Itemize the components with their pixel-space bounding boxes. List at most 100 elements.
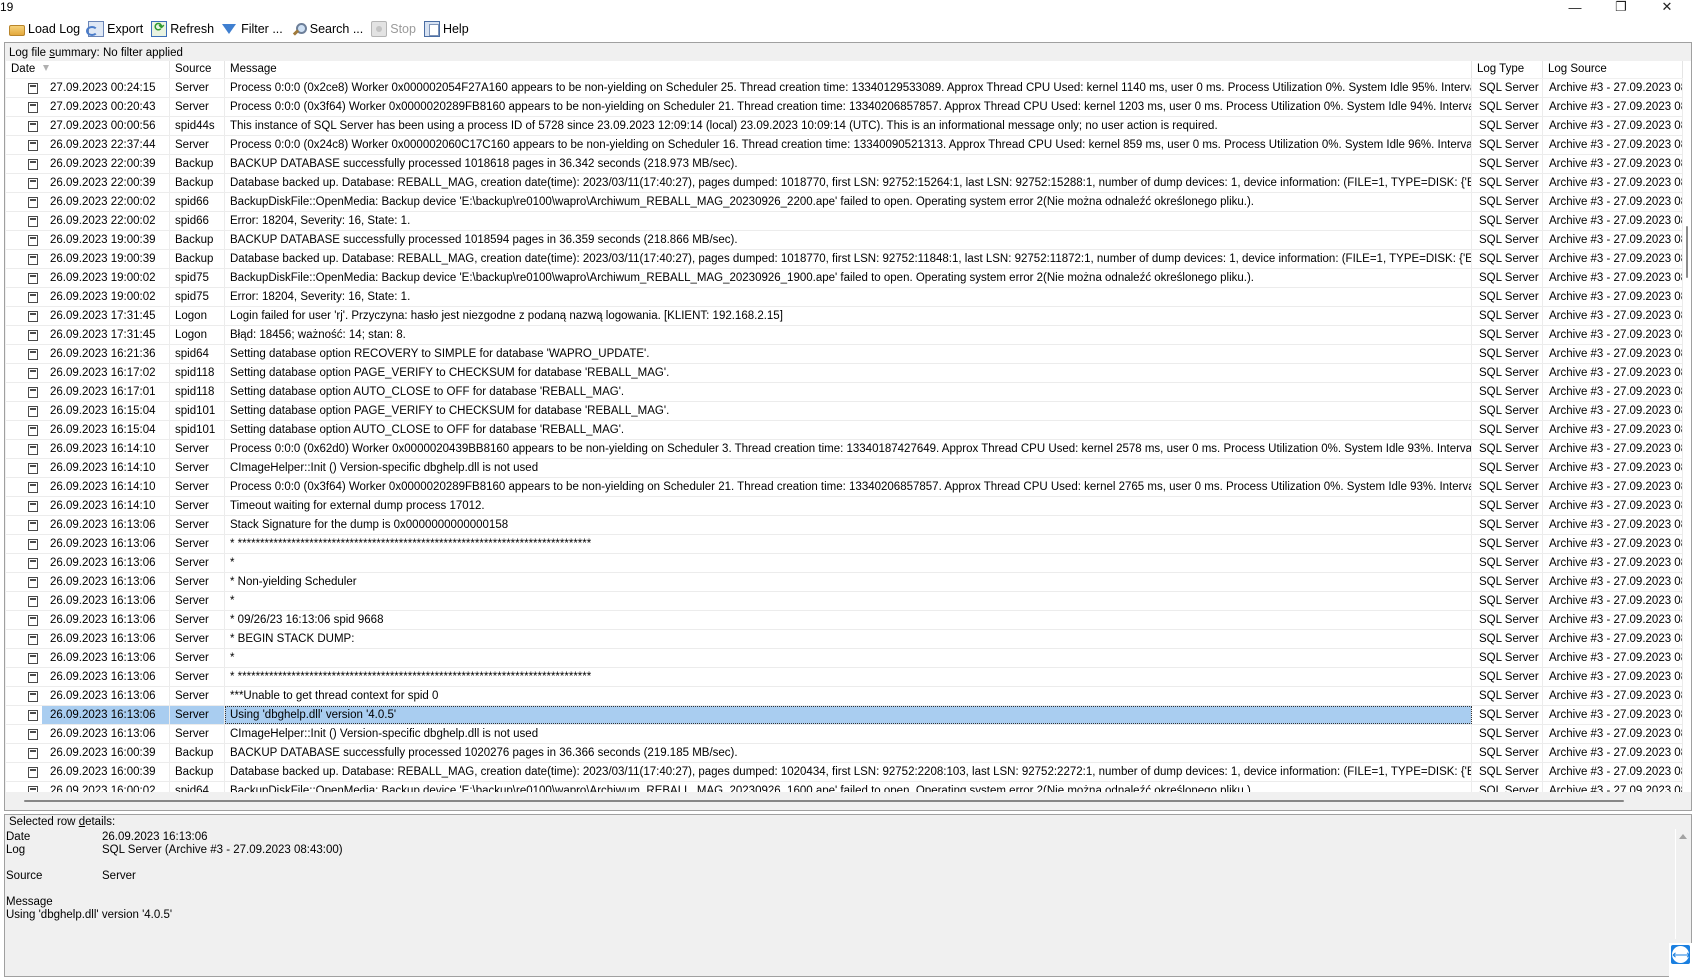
table-row[interactable]: 26.09.2023 17:31:45 Logon Login failed for… — [6, 307, 1683, 326]
cell-source: Server — [170, 687, 225, 705]
table-row[interactable]: 26.09.2023 16:13:06 Server * SQL Server Arch… — [6, 592, 1683, 611]
table-row[interactable]: 26.09.2023 17:31:45 Logon Błąd: 18456; waż… — [6, 326, 1683, 345]
cell-message: Stack Signature for the dump is 0x000000… — [225, 516, 1472, 534]
table-row[interactable]: 27.09.2023 00:00:56 spid44s This instance … — [6, 117, 1683, 136]
table-row[interactable]: 26.09.2023 16:21:36 spid64 Setting databas… — [6, 345, 1683, 364]
table-row[interactable]: 26.09.2023 16:13:06 Server * SQL Server Arch… — [6, 649, 1683, 668]
cell-message: * — [225, 649, 1472, 667]
cell-source: Server — [170, 497, 225, 515]
log-entry-icon — [28, 425, 38, 436]
search-button[interactable]: Search ... — [288, 18, 367, 40]
table-row[interactable]: 26.09.2023 19:00:39 Backup Database backed… — [6, 250, 1683, 269]
table-row[interactable]: 26.09.2023 16:15:04 spid101 Setting databa… — [6, 421, 1683, 440]
table-row[interactable]: 26.09.2023 16:15:04 spid101 Setting databa… — [6, 402, 1683, 421]
cell-log-type: SQL Server — [1472, 535, 1543, 553]
filter-button[interactable]: Filter ... — [219, 18, 286, 40]
grid-vertical-scroll-thumb[interactable] — [1686, 226, 1688, 278]
table-row[interactable]: 26.09.2023 16:14:10 Server Timeout waiting… — [6, 497, 1683, 516]
export-button[interactable]: Export — [85, 18, 146, 40]
export-icon — [86, 21, 105, 37]
table-row[interactable]: 26.09.2023 22:00:39 Backup Database backed… — [6, 174, 1683, 193]
cell-log-type: SQL Server — [1472, 516, 1543, 534]
cell-log-source: Archive #3 - 27.09.2023 08:43:00 — [1543, 326, 1683, 344]
grid-horizontal-scrollbar[interactable] — [6, 792, 1683, 809]
cell-log-type: SQL Server — [1472, 326, 1543, 344]
column-header-message[interactable]: Message — [225, 61, 1472, 78]
cell-message: This instance of SQL Server has been usi… — [225, 117, 1472, 135]
log-entry-icon — [28, 254, 38, 265]
cell-log-type: SQL Server — [1472, 554, 1543, 572]
details-vertical-scrollbar[interactable] — [1675, 829, 1689, 939]
cell-message: BackupDiskFile::OpenMedia: Backup device… — [225, 782, 1472, 792]
column-header-source[interactable]: Source — [170, 61, 225, 78]
details-title-rest: etails: — [85, 816, 116, 828]
cell-log-source: Archive #3 - 27.09.2023 08:43:00 — [1543, 174, 1683, 192]
table-row[interactable]: 26.09.2023 19:00:39 Backup BACKUP DATABASE… — [6, 231, 1683, 250]
table-row[interactable]: 26.09.2023 16:13:06 Server * *************… — [6, 668, 1683, 687]
column-header-log-type[interactable]: Log Type — [1472, 61, 1543, 78]
maximize-button[interactable]: ❐ — [1598, 0, 1644, 14]
table-row[interactable]: 26.09.2023 16:00:39 Backup BACKUP DATABASE… — [6, 744, 1683, 763]
cell-date-text: 26.09.2023 16:14:10 — [50, 462, 156, 474]
cell-log-source: Archive #3 - 27.09.2023 08:43:00 — [1543, 155, 1683, 173]
table-row[interactable]: 26.09.2023 16:14:10 Server Process 0:0:0 (… — [6, 478, 1683, 497]
table-row[interactable]: 27.09.2023 00:24:15 Server Process 0:0:0 (… — [6, 79, 1683, 98]
cell-date-text: 26.09.2023 16:14:10 — [50, 443, 156, 455]
table-row[interactable]: 26.09.2023 16:00:02 spid64 BackupDiskFile:… — [6, 782, 1683, 792]
table-row[interactable]: 26.09.2023 16:13:06 Server CImageHelper::I… — [6, 725, 1683, 744]
table-row[interactable]: 26.09.2023 16:13:06 Server * Non-yielding … — [6, 573, 1683, 592]
table-row[interactable]: 26.09.2023 22:00:02 spid66 BackupDiskFile:… — [6, 193, 1683, 212]
cell-log-type: SQL Server — [1472, 288, 1543, 306]
scroll-up-arrow-icon[interactable] — [1679, 834, 1687, 839]
table-row[interactable]: 26.09.2023 22:37:44 Server Process 0:0:0 (… — [6, 136, 1683, 155]
cell-log-type: SQL Server — [1472, 307, 1543, 325]
grid-vertical-scrollbar[interactable] — [1683, 61, 1691, 792]
minimize-button[interactable]: — — [1552, 0, 1598, 15]
table-row[interactable]: 26.09.2023 16:14:10 Server CImageHelper::I… — [6, 459, 1683, 478]
table-row[interactable]: 26.09.2023 19:00:02 spid75 BackupDiskFile:… — [6, 269, 1683, 288]
table-row[interactable]: 26.09.2023 16:00:39 Backup Database backed… — [6, 763, 1683, 782]
refresh-button[interactable]: Refresh — [148, 18, 217, 40]
table-row[interactable]: 26.09.2023 16:13:06 Server ***Unable to ge… — [6, 687, 1683, 706]
log-grid[interactable]: 27.09.2023 00:24:15 Server Process 0:0:0 (… — [6, 79, 1683, 792]
cell-log-source: Archive #3 - 27.09.2023 08:43:00 — [1543, 535, 1683, 553]
table-row[interactable]: 26.09.2023 19:00:02 spid75 Error: 18204, S… — [6, 288, 1683, 307]
stop-button[interactable]: Stop — [368, 18, 419, 40]
table-row[interactable]: 26.09.2023 16:13:06 Server Using 'dbghelp.… — [6, 706, 1683, 725]
table-row[interactable]: 26.09.2023 16:13:06 Server * 09/26/23 16:1… — [6, 611, 1683, 630]
column-header-log-source[interactable]: Log Source — [1543, 61, 1683, 78]
table-row[interactable]: 26.09.2023 16:17:02 spid118 Setting databa… — [6, 364, 1683, 383]
cell-date: 26.09.2023 16:00:39 — [6, 744, 170, 762]
log-entry-icon — [28, 178, 38, 189]
table-row[interactable]: 26.09.2023 22:00:02 spid66 Error: 18204, S… — [6, 212, 1683, 231]
grid-horizontal-scroll-thumb[interactable] — [24, 800, 1624, 802]
grid-header: Date Source Message Log Type Log Source — [6, 61, 1683, 78]
close-button[interactable]: ✕ — [1644, 0, 1690, 14]
table-row[interactable]: 27.09.2023 00:20:43 Server Process 0:0:0 (… — [6, 98, 1683, 117]
cell-date: 26.09.2023 16:13:06 — [6, 573, 170, 591]
table-row[interactable]: 26.09.2023 16:13:06 Server * BEGIN STACK D… — [6, 630, 1683, 649]
table-row[interactable]: 26.09.2023 16:13:06 Server * *************… — [6, 535, 1683, 554]
cell-message: Setting database option AUTO_CLOSE to OF… — [225, 383, 1472, 401]
load-log-button[interactable]: Load Log — [6, 18, 83, 40]
table-row[interactable]: 26.09.2023 16:17:01 spid118 Setting databa… — [6, 383, 1683, 402]
teamviewer-icon[interactable] — [1669, 943, 1692, 977]
cell-log-type: SQL Server — [1472, 250, 1543, 268]
cell-log-type: SQL Server — [1472, 687, 1543, 705]
cell-source: Server — [170, 573, 225, 591]
log-entry-icon — [28, 83, 38, 94]
table-row[interactable]: 26.09.2023 22:00:39 Backup BACKUP DATABASE… — [6, 155, 1683, 174]
table-row[interactable]: 26.09.2023 16:13:06 Server Stack Signature… — [6, 516, 1683, 535]
cell-date-text: 26.09.2023 19:00:39 — [50, 234, 156, 246]
title-bar: 19 — ❐ ✕ — [0, 0, 1692, 16]
cell-message: Błąd: 18456; ważność: 14; stan: 8. — [225, 326, 1472, 344]
cell-source: Backup — [170, 250, 225, 268]
search-label: Search ... — [309, 22, 364, 36]
cell-date-text: 26.09.2023 16:17:02 — [50, 367, 156, 379]
column-header-date[interactable]: Date — [6, 61, 170, 78]
table-row[interactable]: 26.09.2023 16:14:10 Server Process 0:0:0 (… — [6, 440, 1683, 459]
table-row[interactable]: 26.09.2023 16:13:06 Server * SQL Server Arch… — [6, 554, 1683, 573]
help-button[interactable]: Help — [421, 18, 472, 40]
log-entry-icon — [28, 140, 38, 151]
cell-log-type: SQL Server — [1472, 592, 1543, 610]
